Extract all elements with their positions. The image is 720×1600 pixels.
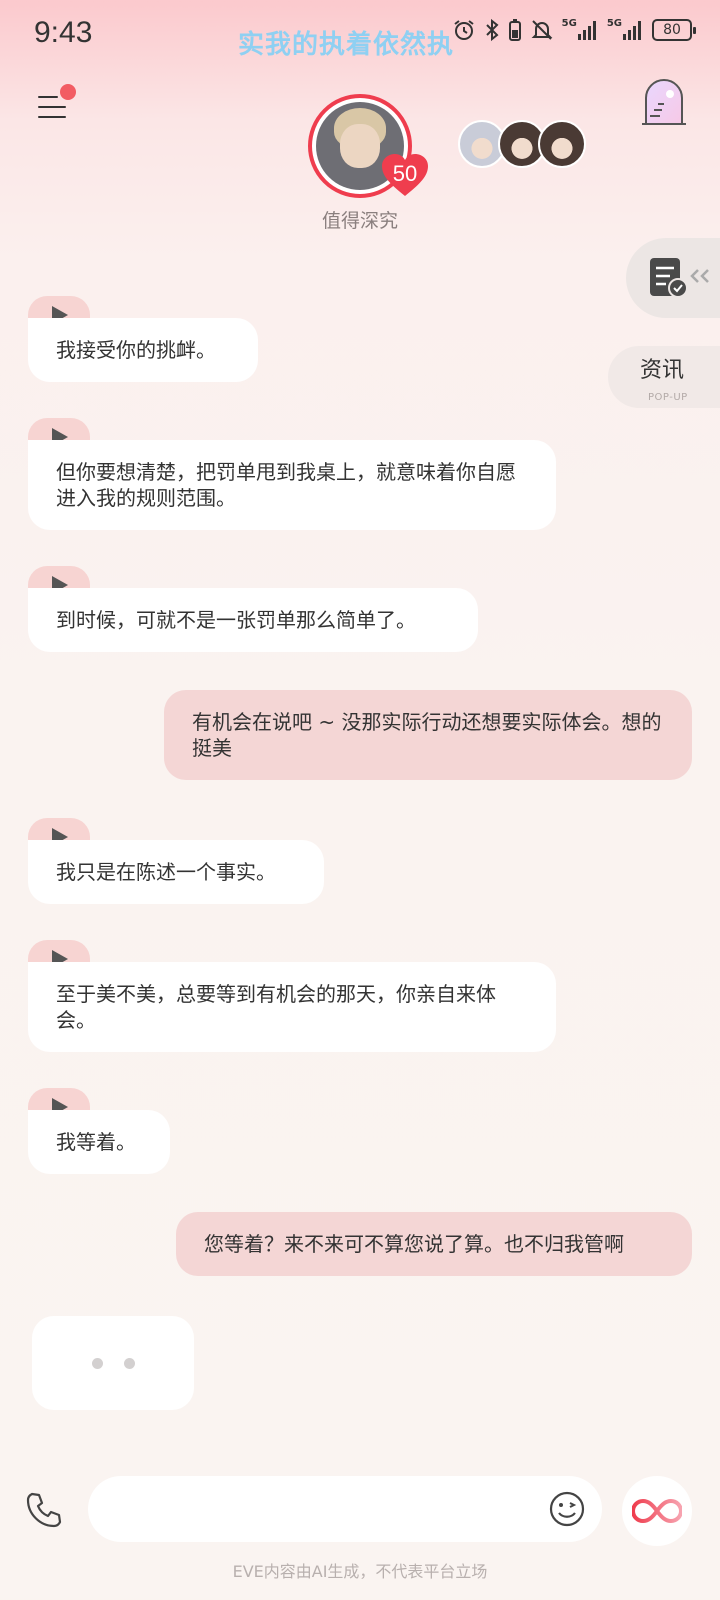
typing-dot <box>124 1358 135 1369</box>
voice-call-button[interactable] <box>24 1490 64 1530</box>
task-panel-button[interactable] <box>626 238 720 318</box>
character-avatar[interactable]: 50 <box>308 94 428 198</box>
now-playing-ticker: 实我的执着依然执 <box>238 30 455 60</box>
phone-icon <box>26 1492 62 1528</box>
other-characters[interactable] <box>458 120 588 168</box>
message-text: 但你要想清楚，把罚单甩到我桌上，就意味着你自愿进入我的规则范围。 <box>28 440 556 530</box>
message-text: 至于美不美，总要等到有机会的那天，你亲自来体会。 <box>28 962 556 1052</box>
typing-indicator <box>32 1316 194 1410</box>
bluetooth-icon <box>485 18 499 42</box>
notification-dot <box>60 84 76 100</box>
network-type-1: 5G <box>561 18 577 29</box>
battery-icon: 80 <box>652 19 696 41</box>
news-sublabel: POP-UP <box>648 392 688 403</box>
network-type-2: 5G <box>606 18 622 29</box>
message-input[interactable] <box>112 1476 532 1542</box>
message-text: 您等着？来不来可不算您说了算。也不归我管啊 <box>176 1212 692 1276</box>
status-bar: 9:43 实我的执着依然执 5G 5G 80 <box>0 0 720 70</box>
battery-saver-icon <box>508 19 521 41</box>
menu-button[interactable] <box>36 84 76 130</box>
typing-dot <box>92 1358 103 1369</box>
message-text: 我接受你的挑衅。 <box>28 318 258 382</box>
character-caption: 值得深究 <box>321 210 398 232</box>
infinity-icon <box>632 1498 682 1524</box>
status-icons: 5G 5G 80 <box>452 18 696 42</box>
checklist-icon <box>650 258 709 298</box>
room-button[interactable] <box>640 76 688 128</box>
affinity-level: 50 <box>392 161 418 186</box>
signal-icon <box>577 21 596 40</box>
emoji-icon[interactable] <box>548 1490 586 1528</box>
mute-icon <box>531 20 553 40</box>
ai-disclaimer: EVE内容由AI生成，不代表平台立场 <box>232 1562 488 1581</box>
news-button[interactable]: 资讯 POP-UP <box>608 346 720 408</box>
message-text: 到时候，可就不是一张罚单那么简单了。 <box>28 588 478 652</box>
message-text: 有机会在说吧 ~ 没那实际行动还想要实际体会。想的挺美 <box>164 690 692 780</box>
status-time: 9:43 <box>34 16 93 49</box>
infinite-mode-button[interactable] <box>622 1476 692 1546</box>
avatar[interactable] <box>538 120 586 168</box>
news-label: 资讯 <box>640 358 685 383</box>
message-text: 我等着。 <box>28 1110 170 1174</box>
signal-icon <box>623 21 641 40</box>
alarm-icon <box>454 20 474 40</box>
affinity-badge: 50 <box>380 152 430 198</box>
room-door-icon <box>642 79 686 125</box>
message-text: 我只是在陈述一个事实。 <box>28 840 324 904</box>
message-input-container[interactable] <box>88 1476 602 1542</box>
